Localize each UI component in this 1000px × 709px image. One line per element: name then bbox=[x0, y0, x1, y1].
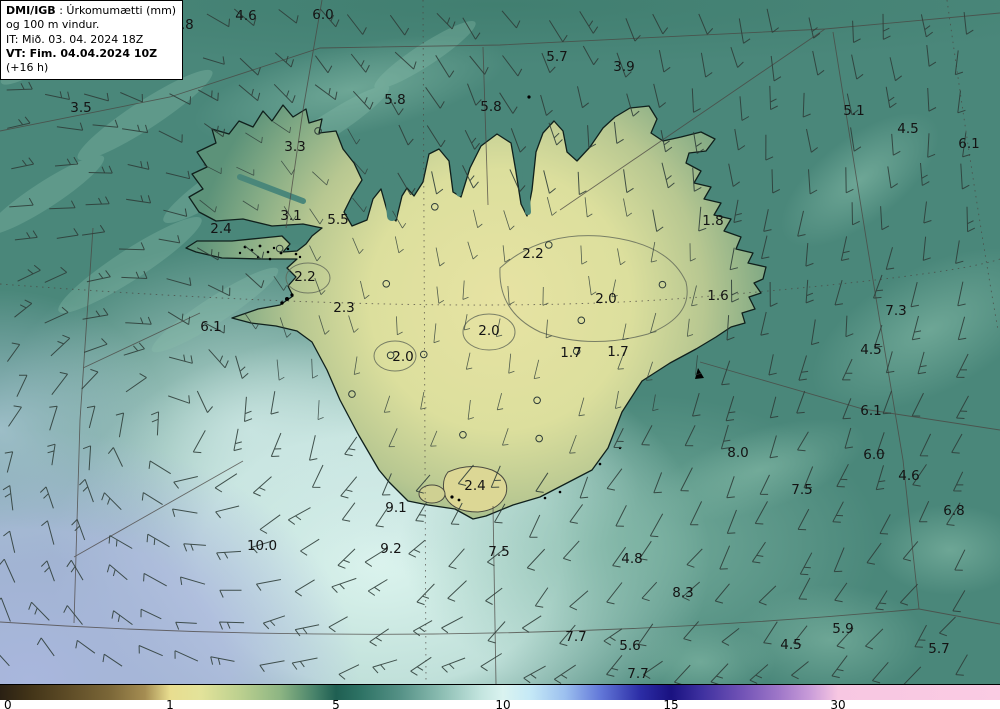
precip-value-label: 2.0 bbox=[595, 291, 616, 307]
precip-value-label: 3.3 bbox=[284, 139, 305, 155]
precip-value-label: 6.1 bbox=[200, 319, 221, 335]
precip-value-label: 2.4 bbox=[210, 221, 231, 237]
precip-value-label: 9.2 bbox=[380, 541, 401, 557]
precip-value-label: 4.6 bbox=[898, 468, 919, 484]
precip-value-label: 1.7 bbox=[607, 344, 628, 360]
precip-value-label: 2.3 bbox=[333, 300, 354, 316]
precip-value-label: 5.7 bbox=[928, 641, 949, 657]
precip-value-label: 4.5 bbox=[860, 342, 881, 358]
product-title: DMI/IGB : Úrkomumætti (mm) bbox=[6, 4, 177, 17]
precip-value-label: 7.7 bbox=[565, 629, 586, 645]
precip-value-label: 4.8 bbox=[621, 551, 642, 567]
precip-value-label: 9.1 bbox=[385, 500, 406, 516]
precip-value-label: 5.8 bbox=[384, 92, 405, 108]
precip-value-label: 4.6 bbox=[235, 8, 256, 24]
precip-value-label: 7.7 bbox=[627, 666, 648, 682]
forecast-map-canvas: 4.8 4.6 6.0 5.7 3.9 3.5 5.8 5.8 5.1 4.5 6.1 3.3 3.1 5… bbox=[0, 0, 1000, 684]
colorbar-tick: 15 bbox=[663, 698, 679, 709]
precip-value-label: 10.0 bbox=[247, 538, 277, 554]
precip-value-label: 5.8 bbox=[480, 99, 501, 115]
colorbar-tick: 5 bbox=[332, 698, 340, 709]
init-time: IT: Mið. 03. 04. 2024 18Z bbox=[6, 32, 144, 46]
precip-value-label: 6.1 bbox=[958, 136, 979, 152]
product-subtitle: og 100 m vindur. bbox=[6, 18, 100, 32]
precip-value-label: 6.8 bbox=[943, 503, 964, 519]
precipitation-colorbar: 0 1 5 10 15 30 bbox=[0, 684, 1000, 709]
colorbar-tick: 1 bbox=[166, 698, 174, 709]
precip-value-label: 8.3 bbox=[672, 585, 693, 601]
precip-value-label: 8.0 bbox=[727, 445, 748, 461]
precip-value-label: 2.4 bbox=[464, 478, 485, 494]
precip-value-label: 2.0 bbox=[478, 323, 499, 339]
precip-value-label: 1.7 bbox=[560, 345, 581, 361]
colorbar-tick: 30 bbox=[830, 698, 846, 709]
precip-value-label: 2.2 bbox=[522, 246, 543, 262]
precip-value-label: 7.3 bbox=[885, 303, 906, 319]
forecast-header-box: DMI/IGB : Úrkomumætti (mm) og 100 m vind… bbox=[0, 0, 183, 81]
precip-value-label: 4.5 bbox=[780, 637, 801, 653]
precip-value-label: 3.5 bbox=[70, 100, 91, 116]
precip-value-label: 5.7 bbox=[546, 49, 567, 65]
weather-map-page: 4.8 4.6 6.0 5.7 3.9 3.5 5.8 5.8 5.1 4.5 6.1 3.3 3.1 5… bbox=[0, 0, 1000, 709]
valid-time: VT: Fim. 04.04.2024 10Z (+16 h) bbox=[6, 46, 158, 75]
precip-value-label: 3.1 bbox=[280, 208, 301, 224]
precip-value-label: 5.9 bbox=[832, 621, 853, 637]
precip-value-label: 6.1 bbox=[860, 403, 881, 419]
precip-value-label: 4.5 bbox=[897, 121, 918, 137]
colorbar-tick-labels: 0 1 5 10 15 30 bbox=[0, 698, 1000, 709]
precip-value-label: 6.0 bbox=[312, 7, 333, 23]
precip-value-label: 2.0 bbox=[392, 349, 413, 365]
precip-value-label: 5.1 bbox=[843, 103, 864, 119]
precip-value-label: 5.6 bbox=[619, 638, 640, 654]
precip-value-label: 5.5 bbox=[327, 212, 348, 228]
precip-value-label: 7.5 bbox=[791, 482, 812, 498]
colorbar-tick: 10 bbox=[495, 698, 511, 709]
colorbar-tick: 0 bbox=[4, 698, 12, 709]
precip-value-label: 6.0 bbox=[863, 447, 884, 463]
precip-value-label: 2.2 bbox=[294, 269, 315, 285]
precip-value-label: 7.5 bbox=[488, 544, 509, 560]
precip-value-label: 3.9 bbox=[613, 59, 634, 75]
precip-value-label: 1.6 bbox=[707, 288, 728, 304]
precip-value-label: 1.8 bbox=[702, 213, 723, 229]
